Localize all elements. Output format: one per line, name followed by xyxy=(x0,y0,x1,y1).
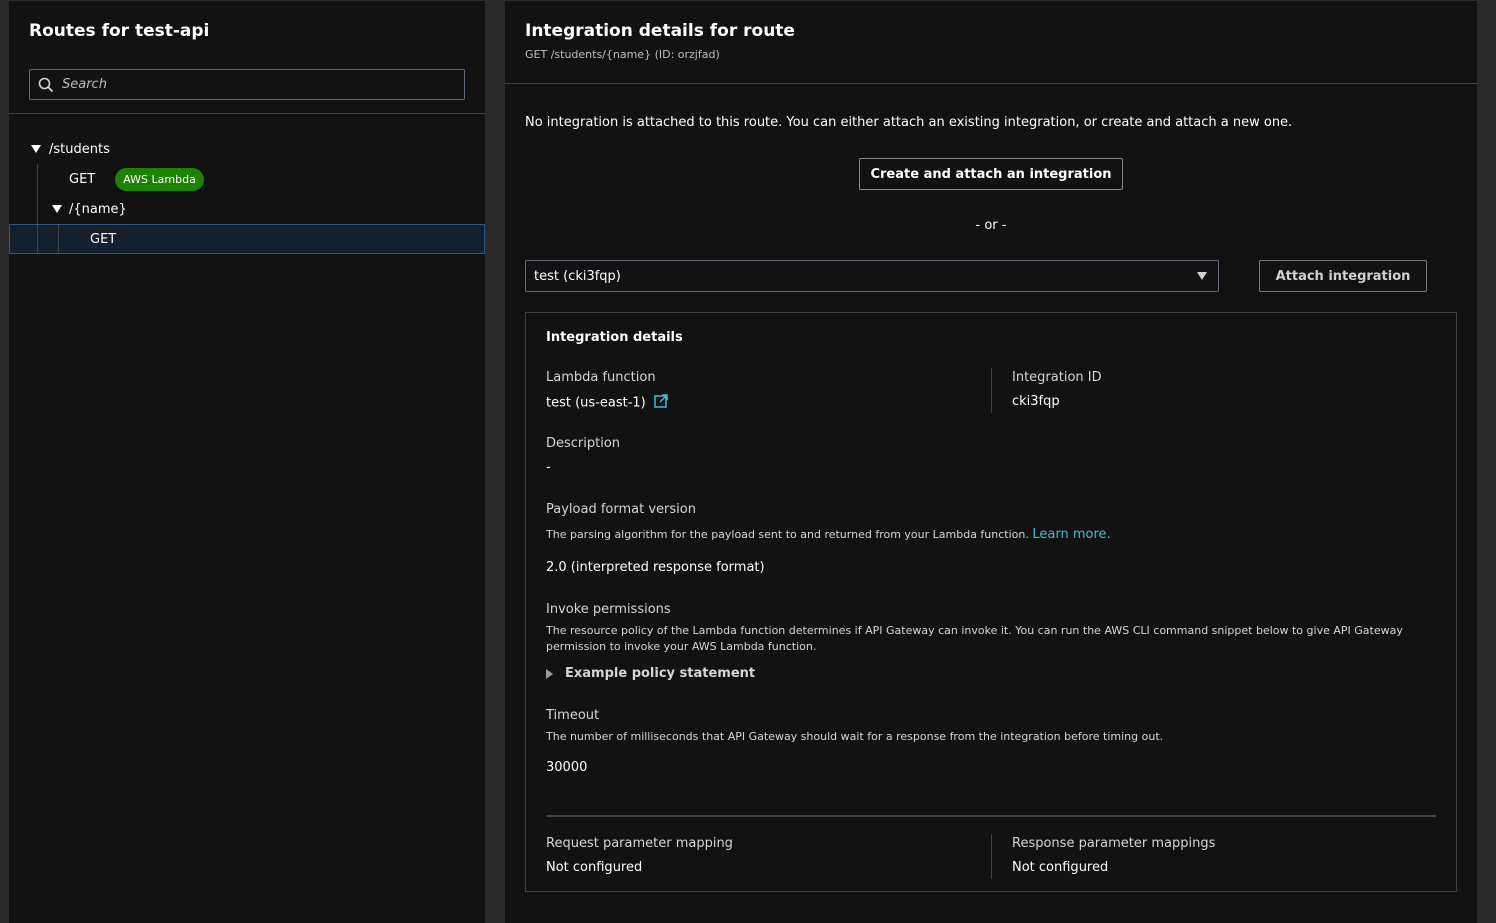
or-separator: - or - xyxy=(975,218,1007,233)
description-value: - xyxy=(546,460,551,475)
method-label: GET xyxy=(90,231,117,247)
timeout-description: The number of milliseconds that API Gate… xyxy=(546,730,1164,743)
tree-guide-line xyxy=(37,164,38,194)
caret-down-icon[interactable] xyxy=(31,145,41,153)
section-divider xyxy=(546,815,1436,817)
tree-item-name-get-selected[interactable]: GET xyxy=(9,224,485,254)
timeout-value: 30000 xyxy=(546,760,588,775)
routes-tree: /students GET AWS Lambda /{name} GET xyxy=(9,134,485,254)
route-subtitle: GET /students/{name} (ID: orzjfad) xyxy=(525,48,720,61)
attach-integration-button[interactable]: Attach integration xyxy=(1259,260,1427,292)
caret-right-icon xyxy=(546,668,553,679)
column-divider xyxy=(991,368,992,413)
routes-title: Routes for test-api xyxy=(29,21,210,41)
payload-desc-text: The parsing algorithm for the payload se… xyxy=(546,528,1029,541)
tree-guide-line xyxy=(58,225,59,253)
invoke-permissions-label: Invoke permissions xyxy=(546,602,671,617)
create-attach-integration-button[interactable]: Create and attach an integration xyxy=(859,158,1123,190)
search-box[interactable] xyxy=(29,69,465,100)
invoke-permissions-description: The resource policy of the Lambda functi… xyxy=(546,624,1403,653)
integration-id-label: Integration ID xyxy=(1012,370,1102,385)
learn-more-link[interactable]: Learn more. xyxy=(1032,527,1110,542)
tree-item-name[interactable]: /{name} xyxy=(9,194,485,224)
response-mapping-value: Not configured xyxy=(1012,860,1109,875)
external-link-icon[interactable] xyxy=(654,394,668,412)
page-title: Integration details for route xyxy=(525,21,795,41)
request-mapping-label: Request parameter mapping xyxy=(546,836,733,851)
chevron-down-icon[interactable] xyxy=(1197,272,1207,280)
integration-id-value: cki3fqp xyxy=(1012,394,1060,409)
search-input[interactable] xyxy=(62,77,442,92)
payload-format-description: The parsing algorithm for the payload se… xyxy=(546,527,1111,543)
lambda-function-link[interactable]: test (us-east-1) xyxy=(546,396,646,411)
integration-badge: AWS Lambda xyxy=(115,167,204,191)
integration-details-card: Integration details Lambda function test… xyxy=(525,312,1457,892)
tree-item-students-get[interactable]: GET AWS Lambda xyxy=(9,164,485,194)
search-icon xyxy=(38,77,54,93)
example-policy-expander[interactable]: Example policy statement xyxy=(546,666,755,681)
request-mapping-value: Not configured xyxy=(546,860,643,875)
integration-header: Integration details for route GET /stude… xyxy=(505,1,1477,84)
example-policy-label: Example policy statement xyxy=(565,666,756,681)
integration-select-value: test (cki3fqp) xyxy=(534,268,621,284)
description-label: Description xyxy=(546,436,621,451)
no-integration-message: No integration is attached to this route… xyxy=(525,115,1293,130)
integration-select[interactable]: test (cki3fqp) xyxy=(525,260,1219,292)
payload-format-value: 2.0 (interpreted response format) xyxy=(546,560,765,575)
column-divider xyxy=(991,834,992,879)
payload-format-label: Payload format version xyxy=(546,502,696,517)
tree-item-label: /{name} xyxy=(69,201,127,217)
details-title: Integration details xyxy=(546,330,683,345)
response-mapping-label: Response parameter mappings xyxy=(1012,836,1216,851)
timeout-label: Timeout xyxy=(546,708,600,723)
tree-guide-line xyxy=(37,194,38,224)
tree-guide-line xyxy=(37,225,38,253)
routes-header: Routes for test-api xyxy=(9,1,485,114)
lambda-function-label: Lambda function xyxy=(546,370,656,385)
tree-item-label: /students xyxy=(49,141,110,157)
caret-down-icon[interactable] xyxy=(52,205,62,213)
lambda-function-value[interactable]: test (us-east-1) xyxy=(546,394,668,412)
method-label: GET xyxy=(69,171,96,187)
integration-panel: Integration details for route GET /stude… xyxy=(505,1,1477,923)
routes-panel: Routes for test-api /students GET AWS La… xyxy=(9,1,485,923)
tree-item-students[interactable]: /students xyxy=(9,134,485,164)
